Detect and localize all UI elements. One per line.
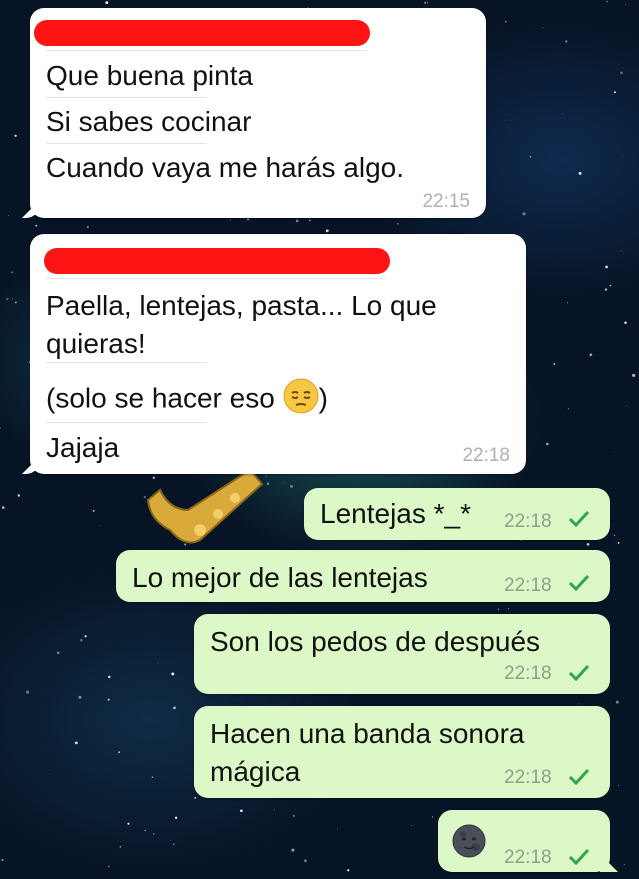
bubble-tail	[600, 854, 618, 872]
message-line: Paella, lentejas, pasta... Lo que	[46, 290, 437, 321]
message-line: quieras!	[46, 328, 146, 359]
message-timestamp: 22:15	[422, 191, 470, 212]
line-divider	[46, 97, 206, 98]
message-timestamp: 22:18	[504, 663, 552, 684]
saxophone-wallpaper-art	[146, 468, 264, 544]
message-bubble-outgoing[interactable]: Lo mejor de las lentejas 22:18	[116, 550, 610, 602]
new-moon-face-emoji-icon	[452, 824, 486, 858]
message-line: mágica	[210, 756, 301, 787]
message-line: Cuando vaya me harás algo.	[46, 152, 404, 183]
message-bubble-outgoing[interactable]: Son los pedos de después 22:18	[194, 614, 610, 694]
message-bubble-outgoing[interactable]: 22:18	[438, 810, 618, 872]
bubble-tail	[22, 456, 40, 474]
message-text: Lentejas *_*	[320, 498, 472, 529]
sent-check-icon	[568, 574, 590, 592]
message-timestamp: 22:18	[504, 511, 552, 532]
message-text: )	[318, 382, 328, 414]
sent-check-icon	[568, 848, 590, 866]
message-timestamp: 22:18	[504, 575, 552, 596]
message-bubble-outgoing[interactable]: Hacen una banda sonora mágica 22:18	[194, 706, 610, 798]
message-timestamp: 22:18	[504, 767, 552, 788]
sent-check-icon	[568, 768, 590, 786]
message-text: Lo mejor de las lentejas	[132, 562, 428, 593]
pensive-face-emoji-icon	[283, 378, 319, 422]
message-timestamp: 22:18	[462, 445, 510, 466]
message-bubble-outgoing[interactable]: Lentejas *_* 22:18	[304, 488, 610, 540]
message-bubble-incoming[interactable]: Que buena pinta Si sabes cocinar Cuando …	[22, 8, 486, 218]
message-timestamp: 22:18	[504, 847, 552, 868]
line-divider	[46, 422, 206, 423]
message-line: Si sabes cocinar	[46, 106, 252, 137]
line-divider	[46, 143, 206, 144]
sent-check-icon	[568, 510, 590, 528]
line-divider	[46, 362, 206, 363]
message-line: Hacen una banda sonora	[210, 718, 525, 749]
bubble-tail	[22, 200, 40, 218]
redacted-sender-name	[34, 20, 370, 46]
message-line: Jajaja	[46, 432, 120, 463]
sent-check-icon	[568, 664, 590, 682]
message-line: (solo se hacer eso )	[46, 378, 328, 422]
line-divider	[46, 278, 386, 279]
line-divider	[46, 50, 366, 51]
message-line: Que buena pinta	[46, 60, 254, 91]
message-bubble-incoming[interactable]: Paella, lentejas, pasta... Lo que quiera…	[22, 234, 526, 474]
message-text: (solo se hacer eso	[46, 382, 283, 414]
redacted-sender-name	[44, 248, 390, 274]
message-text: Son los pedos de después	[210, 626, 541, 657]
